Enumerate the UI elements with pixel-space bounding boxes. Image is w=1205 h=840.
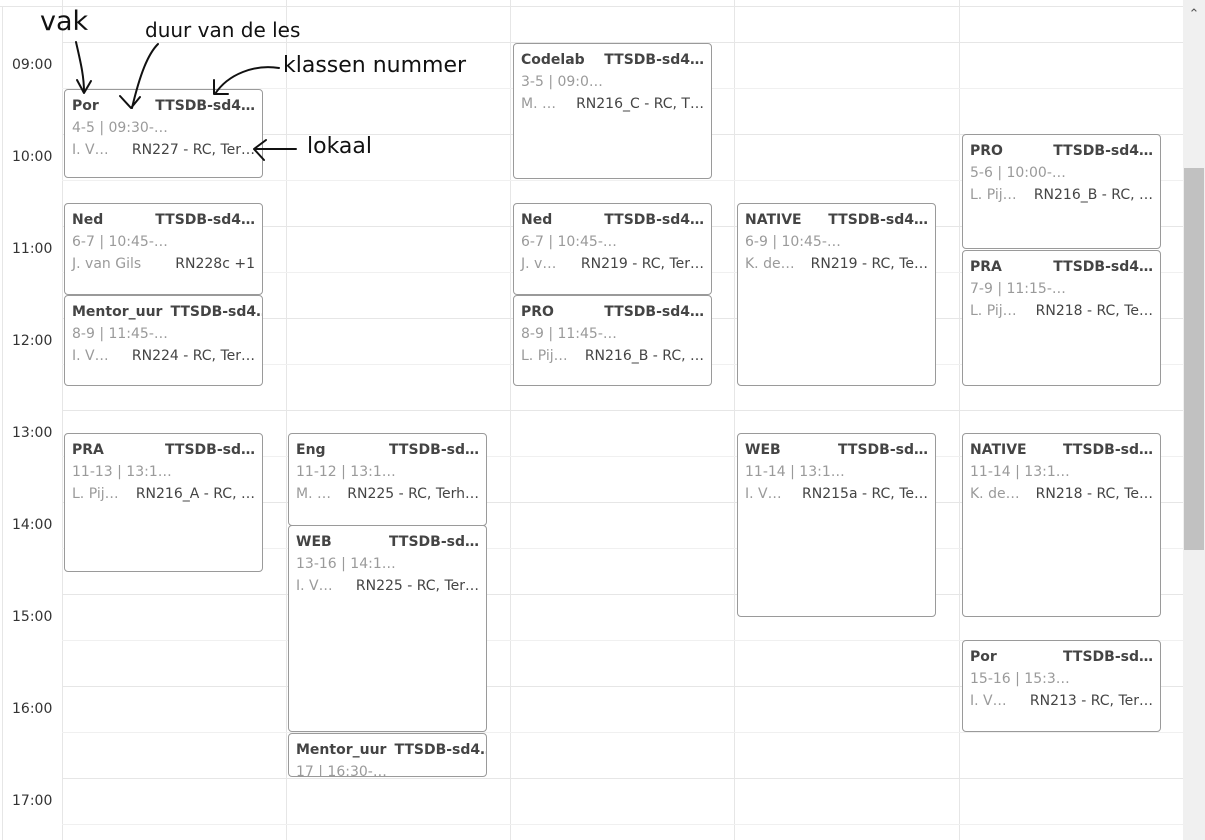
arrow-to-class-number xyxy=(213,66,280,95)
arrow-to-duration xyxy=(119,43,159,109)
annotation-arrows xyxy=(75,41,297,161)
arrow-to-room xyxy=(253,139,297,161)
scroll-up-arrow-icon[interactable]: ⌃ xyxy=(1183,6,1205,24)
scrollbar-thumb[interactable] xyxy=(1184,168,1204,550)
arrow-to-subject xyxy=(75,41,92,94)
vertical-scrollbar[interactable]: ⌃ xyxy=(1183,0,1205,840)
